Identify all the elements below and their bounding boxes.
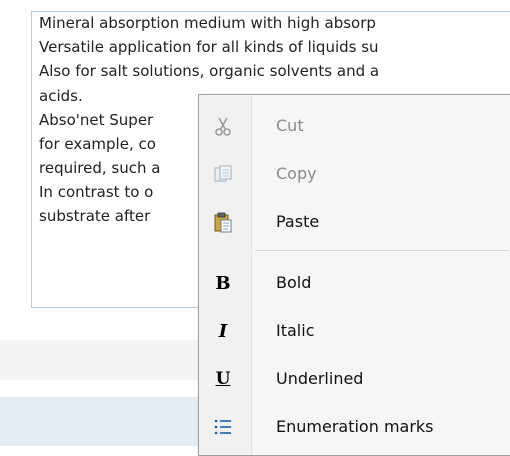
scissors-icon bbox=[211, 114, 235, 138]
editor-line: substrate after bbox=[39, 207, 151, 225]
editor-line: acids. bbox=[39, 87, 83, 105]
editor-line: In contrast to o bbox=[39, 183, 154, 201]
list-icon bbox=[211, 415, 235, 439]
editor-line: Also for salt solutions, organic solvent… bbox=[39, 62, 380, 80]
italic-icon: I bbox=[218, 320, 228, 342]
menu-item-cut[interactable]: Cut bbox=[199, 102, 510, 150]
editor-line: Mineral absorption medium with high abso… bbox=[39, 14, 376, 32]
copy-icon bbox=[211, 162, 235, 186]
menu-item-italic[interactable]: I Italic bbox=[199, 307, 510, 355]
paste-icon bbox=[211, 210, 235, 234]
menu-item-underlined[interactable]: U Underlined bbox=[199, 355, 510, 403]
underline-icon: U bbox=[215, 369, 231, 389]
menu-item-label: Copy bbox=[276, 164, 317, 183]
menu-item-enumeration-marks[interactable]: Enumeration marks bbox=[199, 403, 510, 451]
menu-item-label: Paste bbox=[276, 212, 320, 231]
menu-item-label: Cut bbox=[276, 116, 304, 135]
menu-item-paste[interactable]: Paste bbox=[199, 198, 510, 246]
editor-line: Versatile application for all kinds of l… bbox=[39, 38, 379, 56]
menu-item-label: Italic bbox=[276, 321, 315, 340]
bold-icon: B bbox=[215, 272, 231, 294]
menu-item-label: Enumeration marks bbox=[276, 417, 434, 436]
menu-separator bbox=[255, 250, 509, 251]
menu-item-label: Bold bbox=[276, 273, 312, 292]
editor-line: Abso'net Super bbox=[39, 111, 154, 129]
menu-item-copy[interactable]: Copy bbox=[199, 150, 510, 198]
menu-item-label: Underlined bbox=[276, 369, 364, 388]
editor-line: for example, co bbox=[39, 135, 156, 153]
context-menu: Cut Copy Paste B Bold I Italic U Underli… bbox=[198, 94, 510, 456]
editor-line: required, such a bbox=[39, 159, 161, 177]
menu-item-bold[interactable]: B Bold bbox=[199, 259, 510, 307]
